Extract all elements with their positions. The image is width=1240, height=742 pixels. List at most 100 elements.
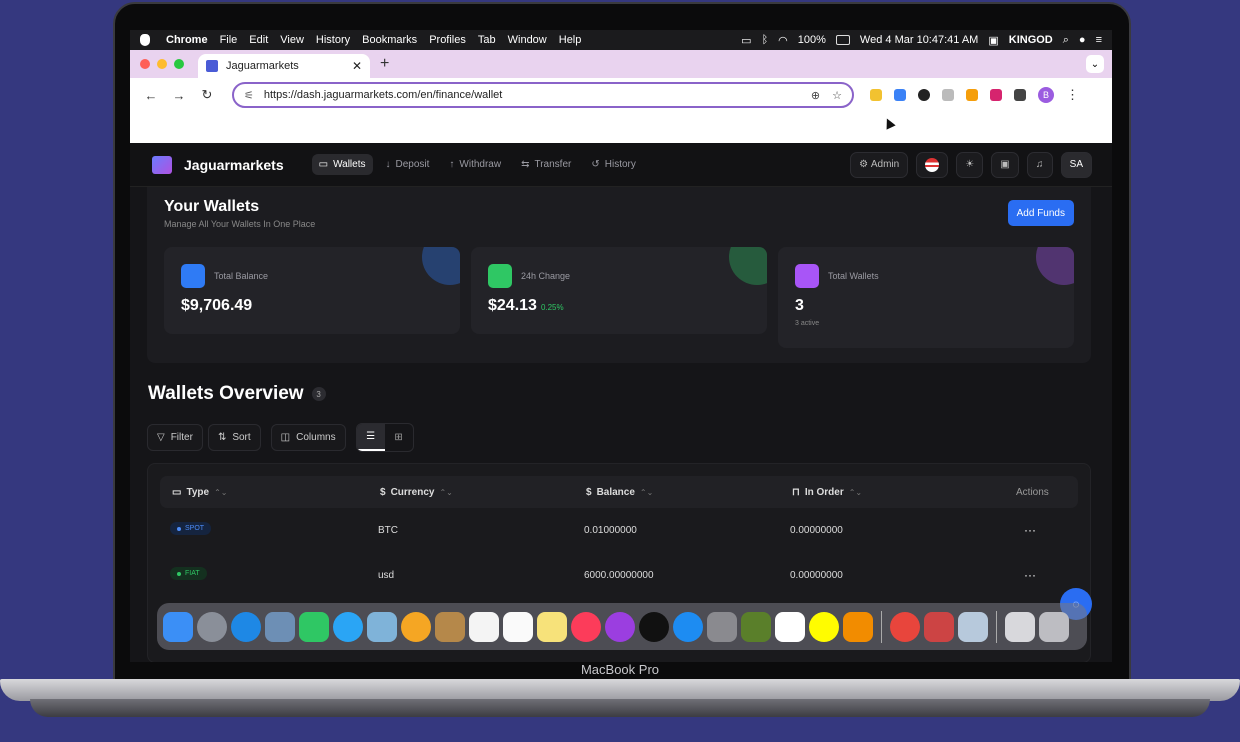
extension-3-icon[interactable]	[918, 89, 930, 101]
calendar-icon[interactable]	[469, 611, 499, 642]
reminders-icon[interactable]	[503, 611, 533, 642]
trash-icon[interactable]	[1039, 611, 1069, 642]
menu-window[interactable]: Window	[508, 34, 547, 46]
notifications-button[interactable]: ♫	[1026, 151, 1053, 178]
control-center-icon[interactable]: ▣	[988, 34, 998, 47]
notebook-icon[interactable]	[435, 611, 465, 642]
menubar-user[interactable]: KINGOD	[1009, 34, 1053, 46]
downloads-folder-icon[interactable]	[1005, 611, 1035, 642]
chrome-icon[interactable]	[890, 611, 920, 642]
menu-tab[interactable]: Tab	[478, 34, 496, 46]
th-balance[interactable]: $ Balance ⌃⌄	[586, 487, 653, 498]
menu-profiles[interactable]: Profiles	[429, 34, 466, 46]
nav-transfer[interactable]: ⇆ Transfer	[514, 154, 578, 175]
minimize-window-icon[interactable]	[157, 59, 167, 69]
th-in-order[interactable]: ⊓ In Order ⌃⌄	[792, 487, 862, 498]
extension-2-icon[interactable]	[894, 89, 906, 101]
chrome-menu-icon[interactable]: ⋮	[1066, 87, 1079, 103]
preview-icon[interactable]	[265, 611, 295, 642]
apps-button[interactable]: ▣	[991, 151, 1019, 178]
siri-icon[interactable]: ●	[1079, 34, 1086, 46]
new-tab-icon[interactable]: +	[380, 55, 389, 73]
spotlight-icon[interactable]: ⌕	[1063, 34, 1069, 47]
profile-avatar[interactable]: B	[1038, 87, 1054, 103]
apple-icon[interactable]	[140, 34, 150, 46]
winrar-icon[interactable]	[924, 611, 954, 642]
bluetooth-icon[interactable]: ᛒ	[762, 34, 769, 46]
nav-withdraw[interactable]: ↑ Withdraw	[442, 154, 508, 175]
table-row[interactable]: FIAT usd 6000.00000000 0.00000000 ···	[160, 555, 1078, 599]
music-icon[interactable]	[571, 611, 601, 642]
th-currency[interactable]: $ Currency ⌃⌄	[380, 487, 453, 498]
wifi-icon[interactable]: ◠	[778, 34, 788, 47]
safari-icon[interactable]	[231, 611, 261, 642]
snapchat-icon[interactable]	[809, 611, 839, 642]
app-store-icon[interactable]	[673, 611, 703, 642]
reload-icon[interactable]: ↻	[196, 87, 218, 103]
tab-search-icon[interactable]: ⌄	[1086, 55, 1104, 73]
facetime-icon[interactable]	[299, 611, 329, 642]
add-funds-button[interactable]: Add Funds	[1007, 200, 1074, 226]
grid-view-icon[interactable]: ⊞	[385, 424, 413, 451]
app-globe-icon[interactable]	[741, 611, 771, 642]
vlc-icon[interactable]	[843, 611, 873, 642]
browser-tab[interactable]: Jaguarmarkets ✕	[198, 54, 370, 78]
bookmark-star-icon[interactable]: ☆	[832, 89, 842, 102]
table-toolbar: ▽ Filter ⇅ Sort ◫ Columns ☰ ⊞	[147, 423, 414, 452]
admin-button[interactable]: ⚙ Admin	[850, 151, 909, 178]
menu-history[interactable]: History	[316, 34, 350, 46]
theme-toggle[interactable]: ☀	[956, 151, 984, 178]
row-actions-icon[interactable]: ···	[1024, 523, 1036, 537]
close-window-icon[interactable]	[140, 59, 150, 69]
menubar-datetime[interactable]: Wed 4 Mar 10:47:41 AM	[860, 34, 978, 46]
card-decoration	[1036, 247, 1074, 285]
menu-app[interactable]: Chrome	[166, 34, 208, 46]
extension-6-icon[interactable]	[990, 89, 1002, 101]
menu-file[interactable]: File	[220, 34, 238, 46]
podcasts-icon[interactable]	[605, 611, 635, 642]
extension-4-icon[interactable]	[942, 89, 954, 101]
url-text[interactable]: https://dash.jaguarmarkets.com/en/financ…	[264, 89, 502, 101]
photos-icon[interactable]	[401, 611, 431, 642]
nav-deposit[interactable]: ↓ Deposit	[379, 154, 437, 175]
screenshot-icon[interactable]	[958, 611, 988, 642]
table-row[interactable]: SPOT BTC 0.01000000 0.00000000 ···	[160, 510, 1078, 554]
tab-close-icon[interactable]: ✕	[352, 59, 362, 73]
launchpad-icon[interactable]	[197, 611, 227, 642]
apple-tv-icon[interactable]	[639, 611, 669, 642]
finder-icon[interactable]	[163, 611, 193, 642]
battery-icon[interactable]	[835, 35, 850, 45]
menu-view[interactable]: View	[280, 34, 304, 46]
app-p-icon[interactable]	[775, 611, 805, 642]
system-settings-icon[interactable]	[707, 611, 737, 642]
zoom-icon[interactable]: ⊕	[811, 89, 820, 102]
menu-help[interactable]: Help	[559, 34, 582, 46]
site-info-icon[interactable]: ⚟	[244, 89, 254, 102]
messages-icon[interactable]	[333, 611, 363, 642]
nav-wallets[interactable]: ▭ Wallets	[311, 154, 373, 175]
menu-bookmarks[interactable]: Bookmarks	[362, 34, 417, 46]
maps-icon[interactable]	[367, 611, 397, 642]
columns-button[interactable]: ◫ Columns	[270, 424, 346, 451]
nav-history[interactable]: ↺ History	[584, 154, 643, 175]
th-type[interactable]: ▭ Type ⌃⌄	[172, 487, 227, 498]
notification-center-icon[interactable]: ≡	[1096, 34, 1102, 46]
back-icon[interactable]: ←	[140, 88, 162, 103]
brand-logo-icon[interactable]	[152, 155, 172, 174]
menu-edit[interactable]: Edit	[249, 34, 268, 46]
maximize-window-icon[interactable]	[174, 59, 184, 69]
brand-name[interactable]: Jaguarmarkets	[184, 157, 284, 173]
forward-icon[interactable]: →	[168, 88, 190, 103]
user-avatar[interactable]: SA	[1060, 151, 1092, 178]
extension-5-icon[interactable]	[966, 89, 978, 101]
extension-1-icon[interactable]	[870, 89, 882, 101]
language-button[interactable]	[916, 151, 949, 178]
row-actions-icon[interactable]: ···	[1024, 568, 1036, 582]
extensions-puzzle-icon[interactable]	[1014, 89, 1026, 101]
list-view-icon[interactable]: ☰	[356, 424, 385, 451]
address-bar[interactable]: ⚟ https://dash.jaguarmarkets.com/en/fina…	[232, 82, 854, 108]
notes-icon[interactable]	[537, 611, 567, 642]
sort-button[interactable]: ⇅ Sort	[207, 424, 261, 451]
filter-button[interactable]: ▽ Filter	[147, 424, 203, 451]
airplay-icon[interactable]: ▭	[741, 34, 751, 47]
